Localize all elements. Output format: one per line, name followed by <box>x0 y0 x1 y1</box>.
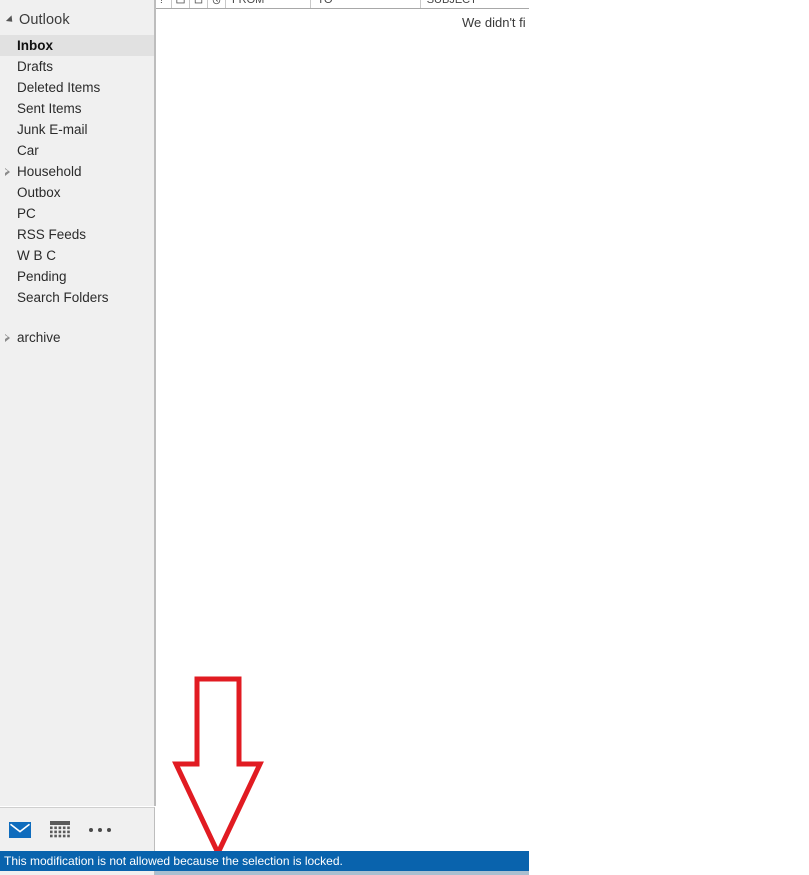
column-header-flag[interactable] <box>206 0 225 8</box>
folder-group-spacer <box>0 308 154 327</box>
status-bar-message: This modification is not allowed because… <box>4 854 343 868</box>
folder-list: Inbox Drafts Deleted Items Sent Items Ju… <box>0 35 154 348</box>
folder-label: Car <box>17 143 39 158</box>
column-header-from[interactable]: FROM <box>224 0 310 8</box>
account-name-label: Outlook <box>19 12 70 28</box>
column-header-from-label: FROM <box>231 0 265 6</box>
more-icon <box>89 827 111 832</box>
sidebar-item-deleted-items[interactable]: Deleted Items <box>0 77 154 98</box>
calendar-icon <box>50 820 70 837</box>
nav-button-mail[interactable] <box>0 813 40 847</box>
nav-button-calendar[interactable] <box>40 813 80 847</box>
outlook-window: Outlook Inbox Drafts Deleted Items Sent … <box>0 0 809 875</box>
sidebar-item-sent-items[interactable]: Sent Items <box>0 98 154 119</box>
message-list-column-header: ! FROM TO SUBJECT <box>156 0 529 9</box>
status-bar: This modification is not allowed because… <box>0 851 529 871</box>
empty-list-message: We didn't fi <box>462 15 526 30</box>
folder-label: Deleted Items <box>17 80 101 95</box>
account-header-outlook[interactable]: Outlook <box>0 7 154 33</box>
sidebar-item-outbox[interactable]: Outbox <box>0 182 154 203</box>
nav-button-more[interactable] <box>80 813 120 847</box>
folder-label: Inbox <box>17 38 53 53</box>
module-navigation-bar <box>0 807 155 851</box>
sidebar-item-pc[interactable]: PC <box>0 203 154 224</box>
triangle-collapsed-icon[interactable] <box>5 333 10 342</box>
folder-label: Pending <box>17 269 67 284</box>
reminder-icon <box>176 0 185 3</box>
folder-label: Household <box>17 164 82 179</box>
sidebar-bottom-edge <box>0 871 155 875</box>
triangle-collapsed-icon[interactable] <box>5 167 10 176</box>
column-header-to[interactable]: TO <box>310 0 419 8</box>
column-header-importance[interactable]: ! <box>156 0 171 8</box>
sidebar-item-wbc[interactable]: W B C <box>0 245 154 266</box>
column-header-subject[interactable]: SUBJECT <box>419 0 529 8</box>
folder-sidebar: Outlook Inbox Drafts Deleted Items Sent … <box>0 0 155 806</box>
sidebar-item-archive[interactable]: archive <box>0 327 154 348</box>
sidebar-item-search-folders[interactable]: Search Folders <box>0 287 154 308</box>
sidebar-item-drafts[interactable]: Drafts <box>0 56 154 77</box>
folder-label: Junk E-mail <box>17 122 88 137</box>
folder-label: archive <box>17 330 61 345</box>
importance-icon: ! <box>160 0 163 6</box>
twisty-slot <box>0 333 17 342</box>
triangle-expanded-icon[interactable] <box>5 15 16 25</box>
twisty-slot <box>0 167 17 176</box>
folder-label: Search Folders <box>17 290 109 305</box>
folder-label: PC <box>17 206 36 221</box>
column-header-subject-label: SUBJECT <box>426 0 477 6</box>
sidebar-item-household[interactable]: Household <box>0 161 154 182</box>
folder-label: W B C <box>17 248 56 263</box>
mail-icon <box>9 821 31 838</box>
column-header-attachment[interactable] <box>188 0 207 8</box>
message-list-pane: ! FROM TO SUBJECT We didn't fi <box>156 0 529 851</box>
folder-label: RSS Feeds <box>17 227 87 242</box>
sidebar-item-pending[interactable]: Pending <box>0 266 154 287</box>
attachment-icon <box>194 0 203 3</box>
folder-label: Sent Items <box>17 101 82 116</box>
folder-label: Drafts <box>17 59 54 74</box>
sidebar-item-inbox[interactable]: Inbox <box>0 35 154 56</box>
sidebar-item-rss-feeds[interactable]: RSS Feeds <box>0 224 154 245</box>
column-header-to-label: TO <box>317 0 333 6</box>
sidebar-item-junk-email[interactable]: Junk E-mail <box>0 119 154 140</box>
flag-icon <box>212 0 221 4</box>
folder-label: Outbox <box>17 185 61 200</box>
column-header-reminder[interactable] <box>170 0 189 8</box>
sidebar-item-car[interactable]: Car <box>0 140 154 161</box>
